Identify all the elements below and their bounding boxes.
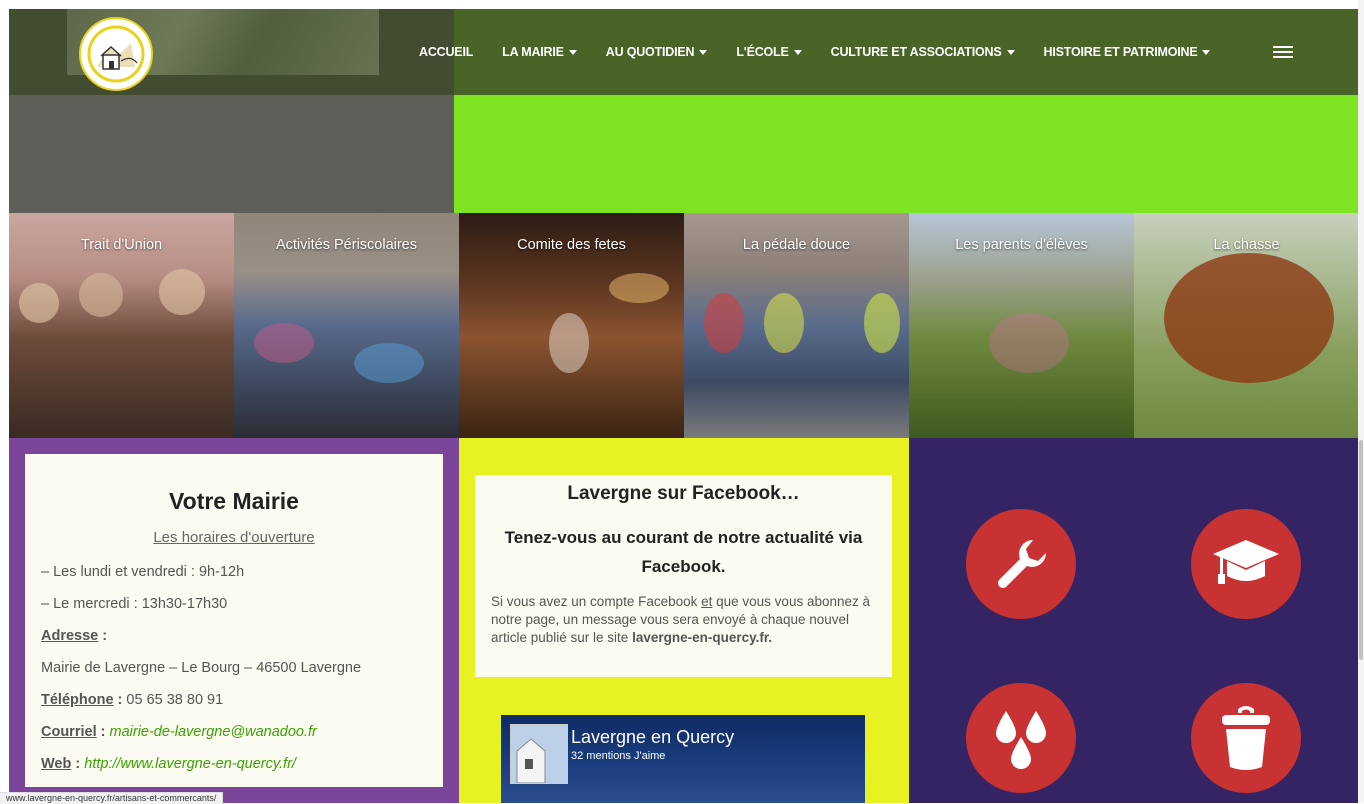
hamburger-menu-icon[interactable] [1273,46,1293,58]
nav-label: AU QUOTIDIEN [605,45,695,59]
mairie-panel: Votre Mairie Les horaires d'ouverture – … [9,438,459,803]
email-line: Courriel : mairie-de-lavergne@wanadoo.fr [41,724,317,740]
tile-trait-union[interactable]: Trait d'Union [9,213,234,438]
hours-line-1: – Les lundi et vendredi : 9h-12h [41,564,245,580]
tile-title: La pédale douce [742,237,851,253]
web-line: Web : http://www.lavergne-en-quercy.fr/ [41,756,296,772]
web-link[interactable]: http://www.lavergne-en-quercy.fr/ [84,756,296,772]
tile-title: Activités Périscolaires [275,237,417,253]
site-logo[interactable] [79,17,153,91]
nav-culture-associations[interactable]: CULTURE ET ASSOCIATIONS [831,45,1015,59]
facebook-description: Si vous avez un compte Facebook et que v… [491,593,876,647]
graduation-cap-icon[interactable] [1191,509,1301,619]
facebook-page-avatar[interactable] [510,724,568,784]
water-drops-icon[interactable] [966,683,1076,793]
nav-label: CULTURE ET ASSOCIATIONS [830,45,1002,59]
browser-status-url: www.lavergne-en-quercy.fr/artisans-et-co… [0,792,224,804]
nav-label: LA MAIRIE [502,45,564,59]
wrench-icon[interactable] [966,509,1076,619]
fb-text-et: et [701,594,713,609]
phone-number: 05 65 38 80 91 [126,692,224,708]
caret-down-icon [1006,49,1015,55]
tile-title: Les parents d'élèves [955,237,1088,253]
facebook-title: Lavergne sur Facebook… [567,483,800,504]
nav-label: HISTOIRE ET PATRIMOINE [1043,45,1198,59]
hours-line-2: – Le mercredi : 13h30-17h30 [41,596,228,612]
main-nav: ACCUEIL LA MAIRIE AU QUOTIDIEN L'ÉCOLE C… [419,45,1239,59]
tile-title: Trait d'Union [80,237,163,253]
caret-down-icon [1202,49,1211,55]
logo-icon [87,25,145,83]
nav-label: L'ÉCOLE [736,45,789,59]
address-label: Adresse [41,628,99,644]
nav-au-quotidien[interactable]: AU QUOTIDIEN [606,45,708,59]
web-label: Web [41,756,72,772]
mairie-title: Votre Mairie [169,488,299,514]
email-label: Courriel [41,724,97,740]
email-link[interactable]: mairie-de-lavergne@wanadoo.fr [110,724,317,740]
caret-down-icon [699,49,708,55]
nav-accueil[interactable]: ACCUEIL [419,45,473,59]
phone-line: Téléphone : 05 65 38 80 91 [41,692,224,708]
address-text: Mairie de Lavergne – Le Bourg – 46500 La… [41,660,362,676]
fb-site-name: lavergne-en-quercy.fr. [632,630,773,645]
nav-l-ecole[interactable]: L'ÉCOLE [736,45,802,59]
nav-label: ACCUEIL [419,45,474,59]
tile-title: La chasse [1213,237,1280,253]
tile-comite-des-fetes[interactable]: Comite des fetes [459,213,684,438]
facebook-page-widget[interactable]: Lavergne en Quercy 32 mentions J'aime [501,715,865,803]
tile-title: Comite des fetes [517,237,626,253]
page: ACCUEIL LA MAIRIE AU QUOTIDIEN L'ÉCOLE C… [9,9,1358,803]
page-scrollbar[interactable] [1358,0,1364,803]
facebook-likes-count: 32 mentions J'aime [571,750,666,762]
facebook-page-name[interactable]: Lavergne en Quercy [571,727,734,748]
facebook-panel: Lavergne sur Facebook… Tenez-vous au cou… [459,438,909,803]
tile-activites-periscolaires[interactable]: Activités Périscolaires [234,213,459,438]
caret-down-icon [568,49,577,55]
fb-text-part: Si vous avez un compte Facebook [491,594,702,609]
tile-parents-eleves[interactable]: Les parents d'élèves [909,213,1134,438]
caret-down-icon [793,49,802,55]
scrollbar-thumb[interactable] [1359,440,1363,660]
trash-bin-icon[interactable] [1191,683,1301,793]
nav-histoire-patrimoine[interactable]: HISTOIRE ET PATRIMOINE [1044,45,1211,59]
mairie-card: Votre Mairie Les horaires d'ouverture – … [25,454,443,787]
tile-la-pedale-douce[interactable]: La pédale douce [684,213,909,438]
nav-la-mairie[interactable]: LA MAIRIE [502,45,577,59]
services-panel [909,438,1358,803]
phone-label: Téléphone [41,692,114,708]
navbar: ACCUEIL LA MAIRIE AU QUOTIDIEN L'ÉCOLE C… [9,9,1358,95]
facebook-subtitle: Tenez-vous au courant de notre actualité… [504,528,863,576]
association-tiles: Trait d'Union Activités Périscolaires Co… [9,213,1358,438]
facebook-card: Lavergne sur Facebook… Tenez-vous au cou… [475,475,892,677]
opening-hours-heading: Les horaires d'ouverture [153,529,315,546]
address-heading: Adresse : [41,628,108,644]
tile-la-chasse[interactable]: La chasse [1134,213,1358,438]
